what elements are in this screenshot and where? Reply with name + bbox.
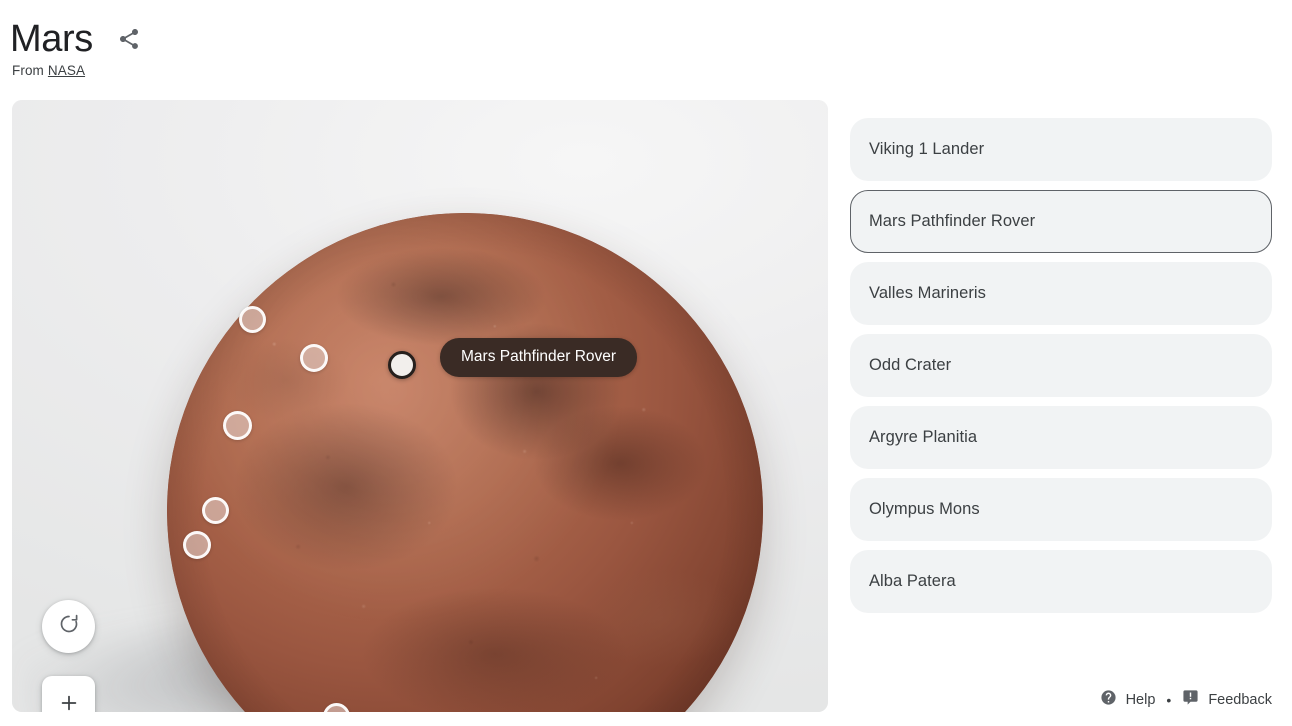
- marker-2[interactable]: [300, 344, 328, 372]
- list-item-label: Viking 1 Lander: [869, 140, 985, 158]
- list-item-label: Argyre Planitia: [869, 428, 978, 446]
- list-item-label: Odd Crater: [869, 356, 952, 374]
- list-item[interactable]: Viking 1 Lander: [850, 118, 1272, 181]
- list-item-label: Olympus Mons: [869, 500, 980, 518]
- page-title: Mars: [10, 18, 93, 60]
- rotate-reset-icon: [57, 612, 81, 641]
- globe-viewer[interactable]: Mars Pathfinder Rover: [12, 100, 828, 712]
- feedback-bubble-icon: [1182, 689, 1199, 710]
- header: Mars From NASA: [0, 0, 1292, 100]
- list-item[interactable]: Mars Pathfinder Rover: [850, 190, 1272, 253]
- title-row: Mars: [10, 16, 143, 62]
- footer: Help • Feedback: [0, 689, 1292, 710]
- share-icon[interactable]: [115, 25, 143, 53]
- reset-view-button[interactable]: [42, 600, 95, 653]
- mars-explorer-page: Mars From NASA Mars Pathfinder Rover Vik…: [0, 0, 1292, 726]
- help-label: Help: [1125, 691, 1156, 708]
- marker-1[interactable]: [239, 306, 266, 333]
- selected-marker-label[interactable]: Mars Pathfinder Rover: [440, 338, 638, 377]
- source-prefix: From: [12, 63, 44, 78]
- list-item[interactable]: Valles Marineris: [850, 262, 1272, 325]
- source-link-nasa[interactable]: NASA: [48, 63, 85, 78]
- source-attribution: From NASA: [12, 63, 85, 78]
- list-item-label: Valles Marineris: [869, 284, 986, 302]
- footer-separator: •: [1166, 691, 1172, 708]
- list-item-label: Mars Pathfinder Rover: [869, 212, 1036, 230]
- marker-4[interactable]: [202, 497, 229, 524]
- list-item[interactable]: Olympus Mons: [850, 478, 1272, 541]
- help-circle-icon: [1100, 689, 1117, 710]
- feedback-label: Feedback: [1208, 691, 1272, 708]
- feedback-link[interactable]: Feedback: [1182, 689, 1272, 710]
- feature-list: Viking 1 Lander Mars Pathfinder Rover Vall…: [850, 118, 1272, 622]
- list-item-label: Alba Patera: [869, 572, 956, 590]
- marker-5[interactable]: [183, 531, 211, 559]
- list-item[interactable]: Argyre Planitia: [850, 406, 1272, 469]
- list-item[interactable]: Alba Patera: [850, 550, 1272, 613]
- marker-3[interactable]: [223, 411, 252, 440]
- marker-selected[interactable]: [388, 351, 416, 379]
- help-link[interactable]: Help: [1100, 689, 1156, 710]
- list-item[interactable]: Odd Crater: [850, 334, 1272, 397]
